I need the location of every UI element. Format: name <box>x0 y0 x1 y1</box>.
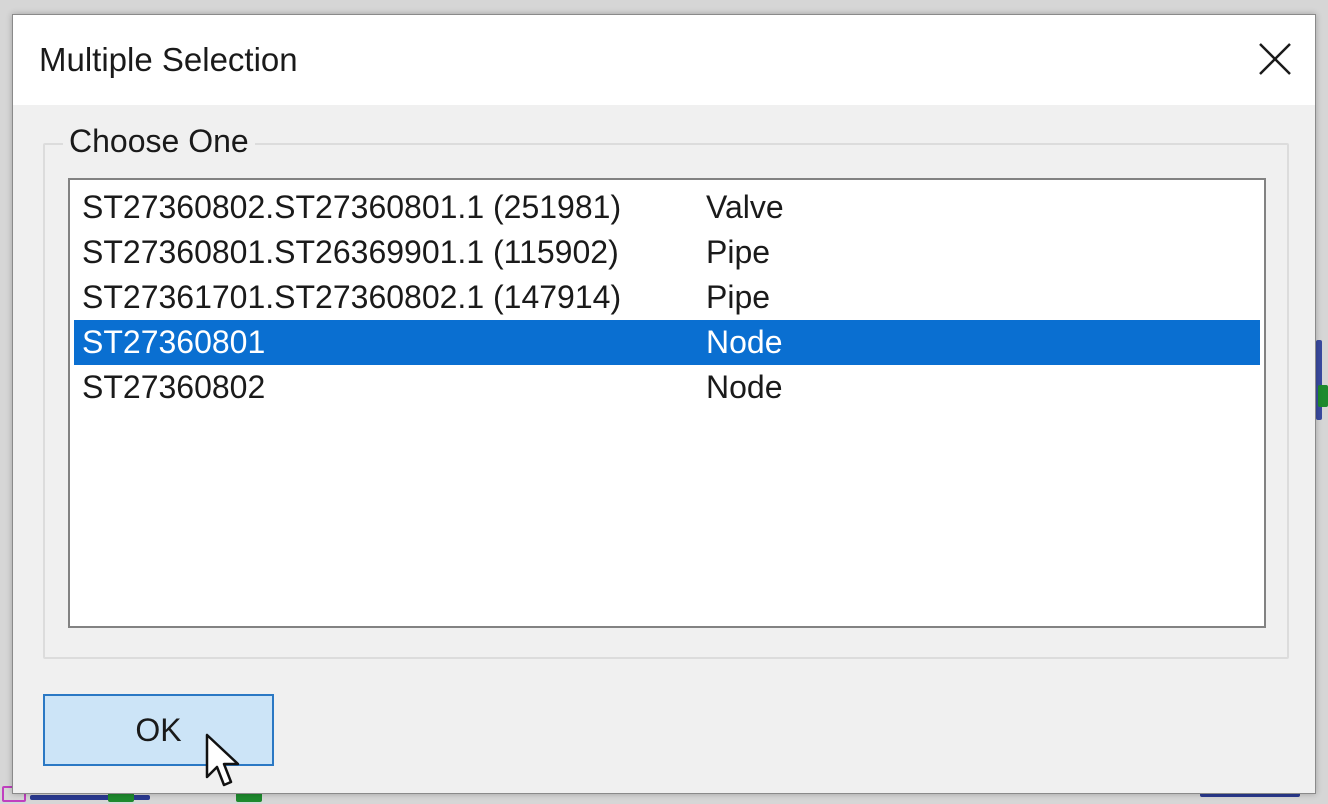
close-icon <box>1259 43 1291 75</box>
item-type: Pipe <box>706 234 771 270</box>
item-type: Node <box>706 369 783 405</box>
list-item[interactable]: ST27360802.ST27360801.1 (251981) Valve <box>74 185 1260 230</box>
item-type: Pipe <box>706 279 771 315</box>
background-map-line <box>1316 340 1322 420</box>
item-name: ST27360801.ST26369901.1 (115902) <box>82 234 619 270</box>
item-type: Valve <box>706 189 784 225</box>
list-item[interactable]: ST27360802 Node <box>74 365 1260 410</box>
close-button[interactable] <box>1243 29 1307 89</box>
item-name: ST27360802.ST27360801.1 (251981) <box>82 189 622 225</box>
group-label: Choose One <box>63 123 255 160</box>
item-name: ST27360802 <box>82 369 266 405</box>
dialog-title: Multiple Selection <box>39 41 298 78</box>
list-item[interactable]: ST27360801.ST26369901.1 (115902) Pipe <box>74 230 1260 275</box>
list-item[interactable]: ST27361701.ST27360802.1 (147914) Pipe <box>74 275 1260 320</box>
title-bar: Multiple Selection <box>13 15 1315 105</box>
item-name: ST27361701.ST27360802.1 (147914) <box>82 279 622 315</box>
selection-listbox[interactable]: ST27360802.ST27360801.1 (251981) Valve S… <box>68 178 1266 628</box>
item-name: ST27360801 <box>82 324 266 360</box>
item-type: Node <box>706 324 783 360</box>
background-map-node <box>1318 385 1328 407</box>
list-item-selected[interactable]: ST27360801 Node <box>74 320 1260 365</box>
ok-button-label: OK <box>135 711 182 748</box>
multiple-selection-dialog: Multiple Selection Choose One ST27360802… <box>12 14 1316 794</box>
mouse-pointer-icon <box>205 733 240 787</box>
